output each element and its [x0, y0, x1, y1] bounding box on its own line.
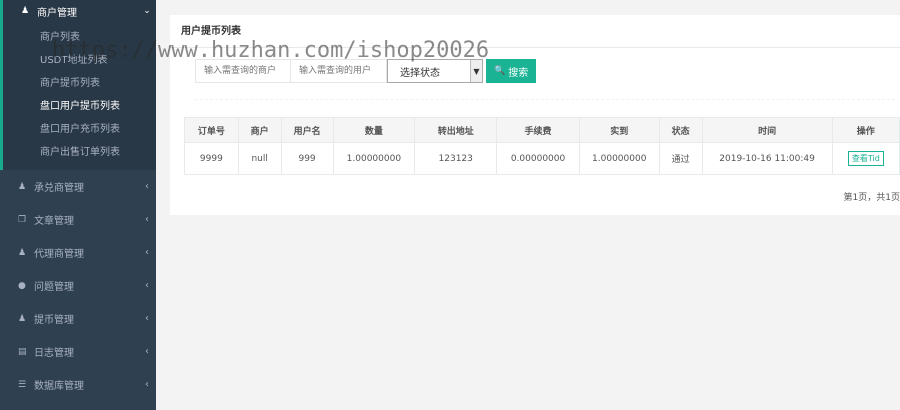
cell-time: 2019-10-16 11:00:49 — [701, 142, 833, 175]
cell-order-no: 9999 — [184, 142, 239, 175]
merchant-search-input[interactable] — [195, 59, 291, 83]
chevron-left-icon: ‹ — [145, 247, 149, 258]
col-time: 时间 — [701, 117, 833, 143]
copy-icon: ❐ — [18, 214, 27, 225]
status-select-value: 选择状态 — [400, 67, 440, 79]
menu-log-management[interactable]: ▤ 日志管理 ‹ — [0, 335, 156, 368]
cell-amount: 1.00000000 — [332, 142, 416, 175]
chevron-left-icon: ‹ — [145, 214, 149, 225]
table-header-row: 订单号 商户 用户名 数量 转出地址 手续费 实到 状态 时间 操作 — [184, 117, 900, 143]
col-action: 操作 — [831, 117, 900, 143]
sidebar-item-merchant-sell-orders[interactable]: 商户出售订单列表 — [3, 141, 156, 164]
cell-address: 123123 — [414, 142, 498, 175]
chevron-left-icon: ‹ — [145, 313, 149, 324]
menu-acceptor-management[interactable]: ♟ 承兑商管理 ‹ — [0, 170, 156, 203]
cell-received: 1.00000000 — [578, 142, 660, 175]
comment-icon: ● — [18, 280, 26, 291]
menu-label: 提币管理 — [34, 315, 74, 326]
list-icon: ▤ — [18, 346, 27, 357]
menu-label: 问题管理 — [34, 282, 74, 293]
table-row: 9999 null 999 1.00000000 123123 0.000000… — [184, 142, 900, 175]
cell-fee: 0.00000000 — [496, 142, 580, 175]
menu-question-management[interactable]: ● 问题管理 ‹ — [0, 269, 156, 302]
user-icon: ♟ — [18, 313, 27, 324]
sidebar-item-user-withdraw-list[interactable]: 盘口用户提币列表 — [3, 95, 156, 118]
view-tid-button[interactable]: 查看Tid — [847, 151, 884, 166]
database-icon: ☰ — [18, 379, 27, 390]
page-title: 用户提币列表 — [170, 15, 900, 48]
search-button[interactable]: 🔍 搜索 — [486, 59, 537, 83]
menu-article-management[interactable]: ❐ 文章管理 ‹ — [0, 203, 156, 236]
menu-label: 承兑商管理 — [34, 183, 84, 194]
col-status: 状态 — [658, 117, 703, 143]
search-button-label: 搜索 — [508, 67, 529, 79]
menu-label: 文章管理 — [34, 216, 74, 227]
cell-username: 999 — [280, 142, 334, 175]
pagination-info: 第1页，共1页 — [843, 193, 900, 203]
col-order-no: 订单号 — [184, 117, 239, 143]
chevron-left-icon: ‹ — [145, 280, 149, 291]
col-received: 实到 — [578, 117, 660, 143]
menu-label: 数据库管理 — [34, 381, 84, 392]
cell-merchant: null — [237, 142, 282, 175]
col-address: 转出地址 — [414, 117, 498, 143]
col-merchant: 商户 — [237, 117, 282, 143]
filter-bar: 选择状态 ▼ 🔍 搜索 — [195, 59, 537, 83]
chevron-left-icon: ‹ — [145, 346, 149, 357]
menu-database-management[interactable]: ☰ 数据库管理 ‹ — [0, 368, 156, 401]
cell-action: 查看Tid — [831, 142, 900, 175]
cell-status: 通过 — [658, 142, 703, 175]
user-icon: ♟ — [21, 6, 30, 16]
col-amount: 数量 — [332, 117, 416, 143]
chevron-down-icon: ▼ — [470, 60, 482, 82]
sidebar-item-usdt-address-list[interactable]: USDT地址列表 — [3, 49, 156, 72]
content-panel: 用户提币列表 选择状态 ▼ 🔍 搜索 订单号 商户 用户名 数量 转出地址 手续… — [170, 15, 900, 215]
menu-label: 商户管理 — [37, 7, 77, 19]
menu-label: 日志管理 — [34, 348, 74, 359]
menu-withdraw-management[interactable]: ♟ 提币管理 ‹ — [0, 302, 156, 335]
chevron-left-icon: ‹ — [145, 181, 149, 192]
user-icon: ♟ — [18, 247, 27, 258]
sidebar-item-user-deposit-list[interactable]: 盘口用户充币列表 — [3, 118, 156, 141]
sidebar-item-merchant-withdraw-list[interactable]: 商户提币列表 — [3, 72, 156, 95]
sidebar: ♟ 商户管理 ⌄ 商户列表 USDT地址列表 商户提币列表 盘口用户提币列表 盘… — [0, 0, 156, 410]
menu-merchant-management[interactable]: ♟ 商户管理 ⌄ — [0, 0, 156, 22]
col-username: 用户名 — [280, 117, 334, 143]
withdraw-table: 订单号 商户 用户名 数量 转出地址 手续费 实到 状态 时间 操作 9999 … — [184, 117, 900, 175]
chevron-left-icon: ‹ — [145, 379, 149, 390]
user-icon: ♟ — [18, 181, 27, 192]
user-search-input[interactable] — [291, 59, 387, 83]
submenu: 商户列表 USDT地址列表 商户提币列表 盘口用户提币列表 盘口用户充币列表 商… — [0, 22, 156, 170]
search-icon: 🔍 — [494, 66, 506, 76]
sidebar-item-merchant-list[interactable]: 商户列表 — [3, 26, 156, 49]
status-select[interactable]: 选择状态 ▼ — [387, 59, 483, 83]
menu-agent-management[interactable]: ♟ 代理商管理 ‹ — [0, 236, 156, 269]
menu-label: 代理商管理 — [34, 249, 84, 260]
chevron-down-icon: ⌄ — [143, 6, 151, 16]
col-fee: 手续费 — [496, 117, 580, 143]
divider — [195, 99, 895, 100]
